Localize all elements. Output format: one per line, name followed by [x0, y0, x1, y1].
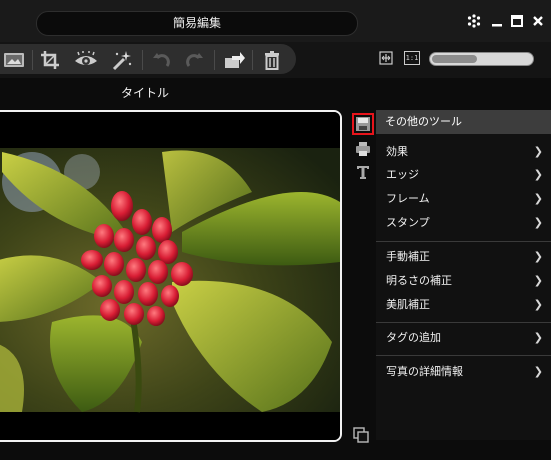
menu-item-label: 効果	[386, 145, 408, 158]
menu-item-frame[interactable]: フレーム ❯	[376, 188, 551, 210]
photo-frame[interactable]	[0, 110, 342, 442]
panel-divider	[376, 322, 551, 323]
print-icon[interactable]	[352, 138, 374, 160]
rotate-icon[interactable]	[220, 48, 248, 72]
chevron-right-icon: ❯	[533, 250, 543, 263]
actual-size-icon[interactable]: 1:1	[400, 46, 424, 70]
chevron-right-icon: ❯	[533, 145, 543, 158]
tool-group	[0, 44, 296, 74]
text-icon[interactable]	[352, 161, 374, 183]
maximize-icon[interactable]	[509, 13, 525, 29]
chevron-right-icon: ❯	[533, 192, 543, 205]
chevron-right-icon: ❯	[533, 298, 543, 311]
toolbar-separator	[32, 50, 33, 70]
menu-item-brightness-correction[interactable]: 明るさの補正 ❯	[376, 270, 551, 292]
save-icon[interactable]	[352, 113, 374, 135]
toolbar-separator	[142, 50, 143, 70]
redo-icon[interactable]	[180, 48, 208, 72]
menu-item-label: 明るさの補正	[386, 274, 452, 287]
auto-fix-icon[interactable]	[108, 48, 136, 72]
toolbar-separator	[214, 50, 215, 70]
menu-item-skin-correction[interactable]: 美肌補正 ❯	[376, 294, 551, 316]
menu-item-label: フレーム	[386, 192, 430, 205]
crop-icon[interactable]	[36, 48, 64, 72]
menu-item-label: スタンプ	[386, 216, 430, 229]
menu-item-manual-correction[interactable]: 手動補正 ❯	[376, 246, 551, 268]
menu-item-photo-details[interactable]: 写真の詳細情報 ❯	[376, 361, 551, 383]
toolbar-separator	[252, 50, 253, 70]
menu-item-label: タグの追加	[386, 331, 441, 344]
chevron-right-icon: ❯	[533, 216, 543, 229]
close-icon[interactable]	[530, 13, 546, 29]
menu-item-add-tag[interactable]: タグの追加 ❯	[376, 327, 551, 349]
other-tools-panel: その他のツール 効果 ❯ エッジ ❯ フレーム ❯ スタンプ ❯ 手動補正 ❯ 明るさの補…	[376, 110, 551, 440]
minimize-icon[interactable]	[489, 13, 505, 29]
menu-item-effects[interactable]: 効果 ❯	[376, 141, 551, 163]
resize-icon[interactable]	[352, 426, 370, 444]
actual-size-label: 1:1	[404, 51, 420, 65]
trash-icon[interactable]	[258, 48, 286, 72]
panel-header: その他のツール	[376, 110, 551, 134]
zoom-slider[interactable]	[429, 52, 534, 66]
menu-item-label: エッジ	[386, 168, 419, 181]
chevron-right-icon: ❯	[533, 274, 543, 287]
panel-divider	[376, 355, 551, 356]
fit-view-icon[interactable]	[374, 46, 398, 70]
settings-icon[interactable]	[466, 13, 482, 29]
menu-item-label: 写真の詳細情報	[386, 365, 463, 378]
chevron-right-icon: ❯	[533, 331, 543, 344]
red-eye-icon[interactable]	[72, 48, 100, 72]
menu-item-label: 美肌補正	[386, 298, 430, 311]
chevron-right-icon: ❯	[533, 365, 543, 378]
undo-icon[interactable]	[148, 48, 176, 72]
photo-image	[0, 112, 340, 440]
menu-item-label: 手動補正	[386, 250, 430, 263]
panel-divider	[376, 241, 551, 242]
title-bar: 簡易編集	[0, 0, 551, 42]
menu-item-stamp[interactable]: スタンプ ❯	[376, 212, 551, 234]
window-title: 簡易編集	[36, 11, 358, 36]
photo-icon[interactable]	[0, 48, 28, 72]
photo-title: タイトル	[120, 86, 169, 100]
zoom-slider-fill	[432, 55, 477, 63]
chevron-right-icon: ❯	[533, 168, 543, 181]
menu-item-edge[interactable]: エッジ ❯	[376, 164, 551, 186]
